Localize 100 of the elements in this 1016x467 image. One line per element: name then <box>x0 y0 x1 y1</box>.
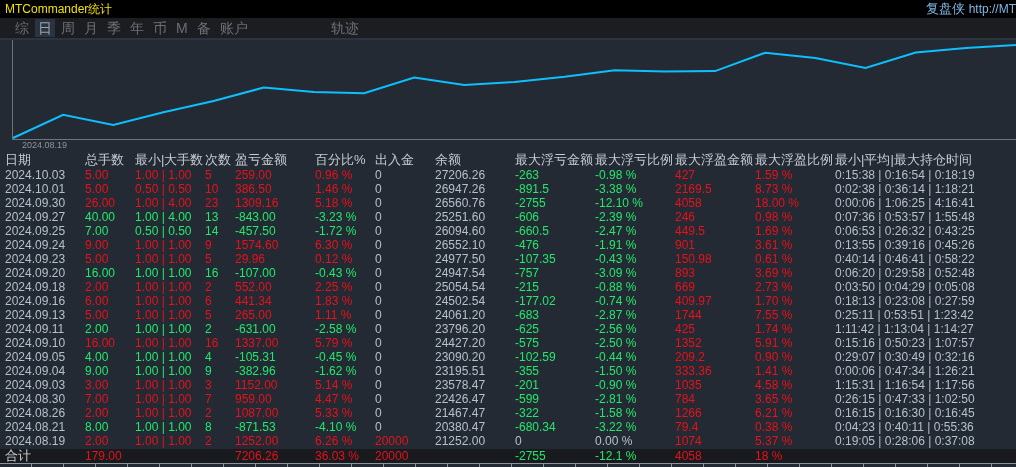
table-cell-text: 5.14 % <box>315 378 354 392</box>
table-cell-text: 25054.54 <box>435 280 487 294</box>
tab[interactable]: 周 <box>58 19 78 37</box>
table-cell-text: 26094.60 <box>435 224 487 238</box>
table-cell-text: 26552.10 <box>435 238 487 252</box>
table-cell-text: 4.58 % <box>755 378 794 392</box>
table-cell-text: 6.26 % <box>315 434 354 448</box>
table-cell-text: 14 <box>205 224 220 238</box>
tab[interactable]: 备 <box>193 19 214 37</box>
table-cell-text: 2024.09.03 <box>5 378 67 392</box>
table-cell-text: 0:00:06 | 0:47:34 | 1:26:21 <box>835 364 976 378</box>
table-cell-text: 246 <box>675 210 697 224</box>
website-link[interactable]: http://MT <box>968 2 1016 16</box>
table-cell-text: 2024.09.23 <box>5 252 67 266</box>
table-cell-text: 1.46 % <box>315 182 354 196</box>
column-header: 余额 <box>435 152 462 168</box>
table-cell-text: 5.00 <box>85 252 110 266</box>
tab[interactable]: 月 <box>81 19 101 37</box>
tab[interactable]: 账户 <box>216 19 251 37</box>
table-cell-text: 669 <box>675 280 697 294</box>
table-cell-text: 0.90 % <box>755 350 794 364</box>
tab[interactable]: 轨迹 <box>327 19 362 37</box>
tab[interactable]: 综 <box>12 19 32 37</box>
table-cell-text: -2.39 % <box>595 210 638 224</box>
table-cell-text: -631.00 <box>235 322 277 336</box>
table-cell-text: 259.00 <box>235 168 273 182</box>
tab[interactable]: 币 <box>150 19 170 37</box>
table-cell-text: 441.34 <box>235 294 273 308</box>
table-cell-text: 1252.00 <box>235 434 280 448</box>
table-cell-text: 4.00 <box>85 350 110 364</box>
table-cell-text: -0.43 % <box>315 266 358 280</box>
table-cell-text: -0.43 % <box>595 252 638 266</box>
column-header: 最大浮亏比例 <box>595 152 674 168</box>
table-cell-text: 0 <box>375 378 383 392</box>
table-cell-text: 26.00 <box>85 196 117 210</box>
table-cell-text: -3.22 % <box>595 420 638 434</box>
table-cell-text: -4.10 % <box>315 420 358 434</box>
table-cell-text: 1.00 | 1.00 <box>135 392 193 406</box>
tab[interactable]: 年 <box>127 19 147 37</box>
table-cell-text: 7.55 % <box>755 308 794 322</box>
table-cell-text: 893 <box>675 266 697 280</box>
table-cell-text: 0 <box>375 266 383 280</box>
brand-label: 复盘侠 <box>925 0 965 18</box>
table-cell-text: 0 <box>375 224 383 238</box>
table-cell-text: 0.50 | 0.50 <box>135 224 193 238</box>
table-cell-text: 409.97 <box>675 294 713 308</box>
tab[interactable]: M <box>173 19 191 37</box>
table-cell-text: 0:13:55 | 0:39:16 | 0:45:26 <box>835 238 976 252</box>
table-cell-text: 24502.54 <box>435 294 487 308</box>
table-cell-text: -2.56 % <box>595 322 638 336</box>
table-cell-text: 24061.20 <box>435 308 487 322</box>
table-cell-text: 1.00 | 1.00 <box>135 280 193 294</box>
table-cell-text: 79.4 <box>675 420 700 434</box>
table-cell-text: -355 <box>515 364 541 378</box>
table-cell-text: 1.00 | 1.00 <box>135 238 193 252</box>
total-cell-text: 7206.26 <box>235 449 280 463</box>
table-cell-text: 0:19:05 | 0:28:06 | 0:37:08 <box>835 434 976 448</box>
table-cell-text: -843.00 <box>235 210 277 224</box>
table-cell-text: 21252.00 <box>435 434 487 448</box>
table-cell-text: 2024.09.27 <box>5 210 67 224</box>
table-cell-text: -263 <box>515 168 541 182</box>
table-cell-text: -177.02 <box>515 294 557 308</box>
table-cell-text: -2755 <box>515 196 547 210</box>
table-cell-text: -382.96 <box>235 364 277 378</box>
table-cell-text: 1.00 | 1.00 <box>135 406 193 420</box>
table-cell-text: -0.98 % <box>595 168 638 182</box>
table-cell-text: 0 <box>375 420 383 434</box>
table-cell-text: 1352 <box>675 336 703 350</box>
table-cell-text: 552.00 <box>235 280 273 294</box>
table-cell-text: 449.5 <box>675 224 707 238</box>
table-cell-text: 5 <box>205 252 213 266</box>
table-cell-text: 5.00 <box>85 168 110 182</box>
table-cell-text: 784 <box>675 392 697 406</box>
table-cell-text: -0.44 % <box>595 350 638 364</box>
table-cell-text: 0 <box>515 434 523 448</box>
table-cell-text: 1.00 | 1.00 <box>135 350 193 364</box>
table-cell-text: 0:15:38 | 0:16:54 | 0:18:19 <box>835 168 976 182</box>
table-cell-text: 4.47 % <box>315 392 354 406</box>
table-cell-text: 2 <box>205 406 213 420</box>
table-cell-text: 1.70 % <box>755 294 794 308</box>
table-cell-text: 2024.09.04 <box>5 364 67 378</box>
table-cell-text: 1.41 % <box>755 364 794 378</box>
table-cell-text: 23 <box>205 196 220 210</box>
tab[interactable]: 季 <box>104 19 124 37</box>
tab[interactable]: 日 <box>35 19 55 37</box>
table-cell-text: 27206.26 <box>435 168 487 182</box>
table-cell-text: 21467.47 <box>435 406 487 420</box>
table-cell-text: 0:26:15 | 0:47:33 | 1:02:50 <box>835 392 976 406</box>
table-cell-text: -757 <box>515 266 541 280</box>
table-cell-text: 0 <box>375 196 383 210</box>
table-cell-text: 2024.10.01 <box>5 182 67 196</box>
table-cell-text: 1.00 | 1.00 <box>135 294 193 308</box>
table-cell-text: 0:06:53 | 0:26:32 | 0:43:25 <box>835 224 976 238</box>
table-cell-text: 7.00 <box>85 392 110 406</box>
table-cell-text: 6 <box>205 294 213 308</box>
table-cell-text: -3.23 % <box>315 210 358 224</box>
total-cell-text: 36.03 % <box>315 449 361 463</box>
table-cell-text: 1.00 | 1.00 <box>135 252 193 266</box>
table-cell-text: -606 <box>515 210 541 224</box>
table-cell-text: -2.81 % <box>595 392 638 406</box>
